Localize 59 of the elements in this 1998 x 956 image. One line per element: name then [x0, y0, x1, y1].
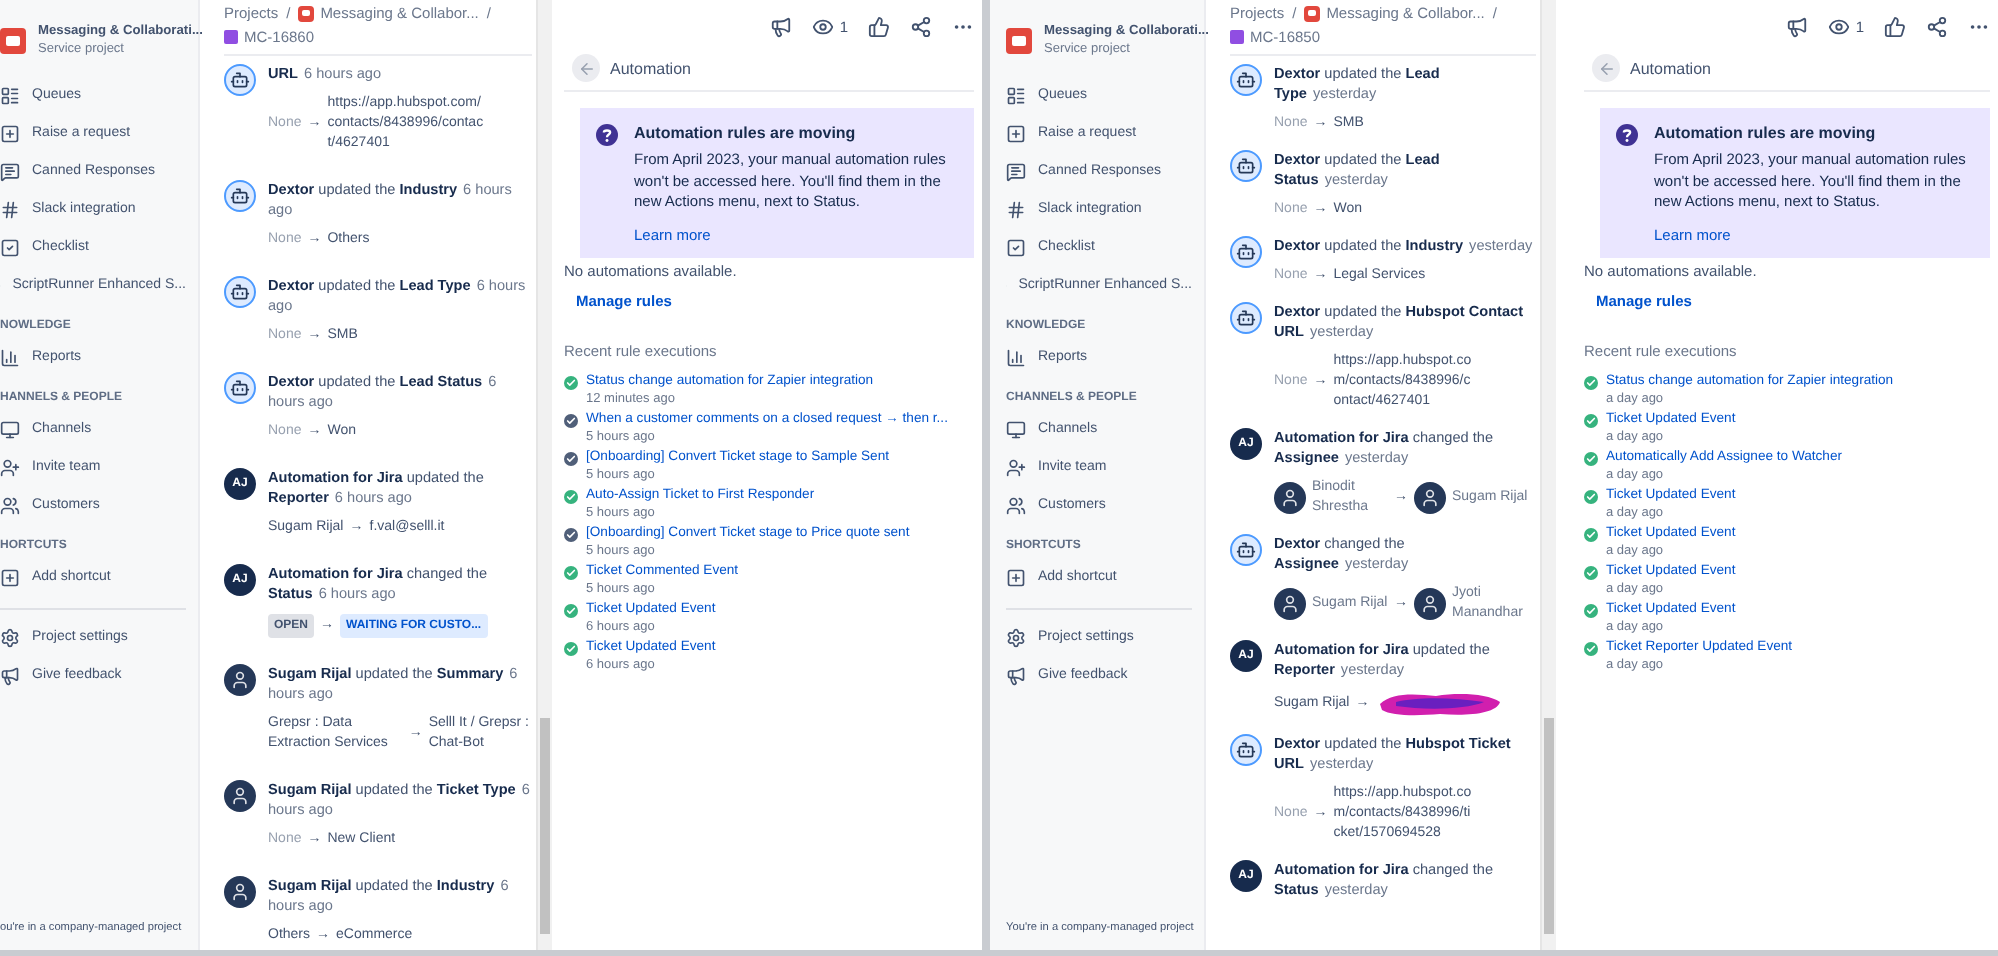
- thumbs-up-icon[interactable]: [1884, 15, 1906, 37]
- hash-icon: [1006, 199, 1026, 219]
- monitor-icon: [0, 419, 20, 439]
- bot-avatar: [1230, 64, 1262, 96]
- share-icon[interactable]: [1926, 15, 1948, 37]
- share-icon[interactable]: [910, 15, 932, 37]
- banner-title: Automation rules are moving: [634, 124, 858, 142]
- banner-title: Automation rules are moving: [1654, 124, 1878, 142]
- user-avatar: [224, 780, 256, 812]
- megaphone-icon: [0, 665, 20, 685]
- monitor-icon: [1006, 419, 1026, 439]
- bot-avatar: [1230, 534, 1262, 566]
- add-square-icon: [0, 567, 20, 587]
- bot-avatar: [224, 276, 256, 308]
- hash-icon: [0, 199, 20, 219]
- bot-avatar: [224, 64, 256, 96]
- bot-avatar: [1230, 236, 1262, 268]
- bot-avatar: [224, 372, 256, 404]
- arrow-left-icon: [1597, 59, 1615, 77]
- user-avatar: [1414, 482, 1446, 514]
- redaction-scribble: [1375, 690, 1504, 718]
- settings-icon: [0, 627, 20, 647]
- user-plus-icon: [0, 457, 20, 477]
- add-square-icon: [1006, 567, 1026, 587]
- add-square-icon: [0, 123, 20, 143]
- project-logo-icon: [1006, 27, 1032, 53]
- user-avatar: [1274, 588, 1306, 620]
- user-avatar: [224, 664, 256, 696]
- scrollbar[interactable]: [536, 0, 552, 950]
- queue-icon: [1006, 85, 1026, 105]
- message-icon: [0, 161, 20, 181]
- megaphone-icon: [1006, 665, 1026, 685]
- user-plus-icon: [1006, 457, 1026, 477]
- bot-avatar: [224, 180, 256, 212]
- bar-chart-icon: [1006, 347, 1026, 367]
- arrow-left-icon: [577, 59, 595, 77]
- megaphone-icon[interactable]: [769, 15, 792, 37]
- help-icon: [596, 124, 618, 146]
- user-avatar: [1274, 482, 1306, 514]
- thumbs-up-icon[interactable]: [868, 15, 890, 37]
- megaphone-icon[interactable]: [1785, 15, 1808, 37]
- bot-avatar: [1230, 734, 1262, 766]
- panel-title: Automation: [610, 59, 691, 77]
- bar-chart-icon: [0, 347, 20, 367]
- settings-icon: [1006, 627, 1026, 647]
- add-square-icon: [1006, 123, 1026, 143]
- checkbox-icon: [1006, 237, 1026, 257]
- bot-avatar: [1230, 150, 1262, 182]
- users-icon: [1006, 495, 1026, 515]
- queue-icon: [0, 85, 20, 105]
- user-avatar: [1414, 588, 1446, 620]
- users-icon: [0, 495, 20, 515]
- bot-avatar: [1230, 302, 1262, 334]
- panel-title: Automation: [1630, 59, 1711, 77]
- help-icon: [1616, 124, 1638, 146]
- checkbox-icon: [0, 237, 20, 257]
- scrollbar[interactable]: [1540, 0, 1556, 950]
- user-avatar: [224, 876, 256, 908]
- message-icon: [1006, 161, 1026, 181]
